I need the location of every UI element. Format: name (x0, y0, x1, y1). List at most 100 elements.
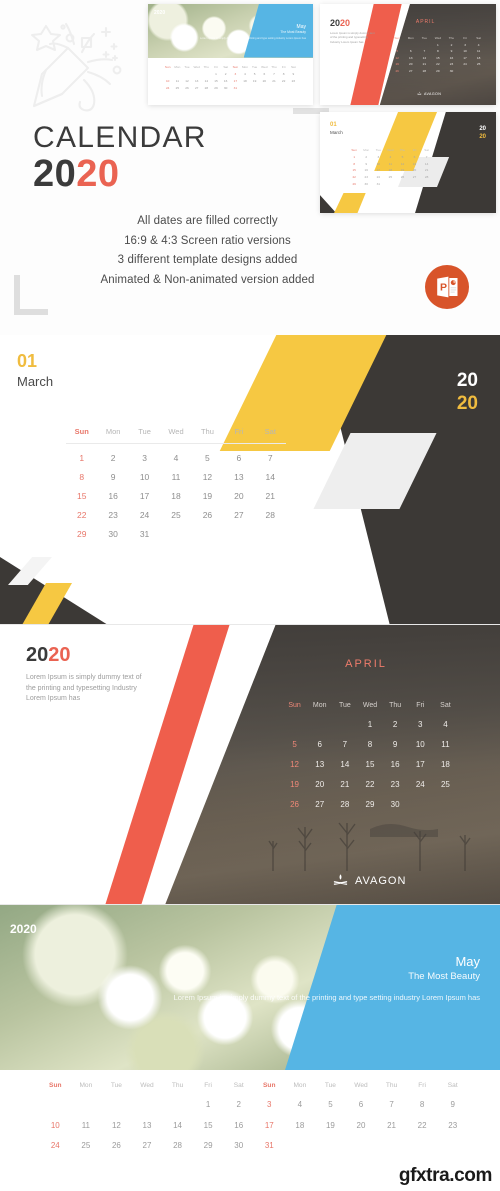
day-cell: 1 (437, 42, 439, 47)
day-cell: 1 (353, 154, 356, 159)
day-cell: 24 (415, 780, 425, 789)
thumb-year-yellow: 20 (479, 134, 486, 140)
weekday-header: Sat (233, 1082, 244, 1089)
thumb-title-block: May The Most Beauty Lorem Ipsum is simpl… (200, 24, 306, 41)
day-cell-empty (404, 43, 418, 47)
day-cell: 20 (262, 78, 267, 83)
thumbnail-april-slide[interactable]: 2020 Lorem Ipsum is simply dummy text of… (320, 4, 496, 105)
day-cell: 22 (436, 62, 440, 67)
weekday-header: Tue (252, 64, 258, 69)
day-cell: 30 (364, 181, 368, 186)
weekday-header: Wed (140, 1082, 154, 1089)
day-cell: 20 (412, 168, 417, 173)
weekday-header-row-wide: Sun Mon Tue Wed Thu Fri Sat Sun Mon Tue Wed Thu Fri S… (40, 1082, 468, 1089)
weekday-header: Fri (204, 1082, 212, 1089)
powerpoint-badge: P (425, 265, 469, 309)
day-cell-empty (279, 86, 289, 90)
day-cell: 20 (315, 780, 325, 789)
may-wide-calendar: Sun Mon Tue Wed Thu Fri Sat Sun Mon Tue Wed Thu Fri S… (40, 1082, 468, 1157)
day-cell: 27 (412, 175, 417, 180)
thumbnail-may-slide[interactable]: 2020 May The Most Beauty Lorem Ipsum is … (148, 4, 313, 105)
avagon-logo: AVAGON (417, 91, 441, 96)
preview-page: CALENDAR 2020 All dates are filled corre… (0, 0, 500, 1191)
weekday-header: Thu (200, 427, 214, 436)
weekday-header: Sun (232, 64, 239, 69)
day-cell: 31 (264, 1141, 274, 1150)
day-cell: 27 (409, 68, 413, 73)
weekday-header: Fri (214, 64, 218, 69)
thumb-year-white: 20 (479, 126, 486, 132)
day-cell: 8 (79, 472, 85, 482)
may-text-block: May The Most Beauty Lorem Ipsum is simpl… (174, 953, 480, 1003)
thumb-paragraph: Lorem Ipsum is simply dummy text of the … (200, 37, 306, 40)
day-cell-empty (315, 1136, 346, 1157)
day-cell: 31 (233, 85, 238, 90)
day-cell: 28 (265, 510, 276, 520)
day-cell: 24 (139, 510, 150, 520)
day-cell: 1 (205, 1100, 211, 1109)
day-cell: 7 (389, 1100, 394, 1109)
day-cell-empty (332, 715, 357, 735)
thumb-paragraph: Lorem Ipsum is simply dummy text of the … (330, 31, 375, 44)
day-cell: 9 (365, 161, 368, 166)
day-cell-empty (192, 72, 202, 76)
day-grid: 1 2 3 4 5 6 7 8 9 10 11 12 13 14 15 16 17 18 19 20 21 22 23 24 2… (282, 715, 458, 815)
weekday-header: Fri (416, 702, 425, 709)
day-cell-empty (376, 1136, 407, 1157)
day-cell: 12 (400, 161, 405, 166)
day-cell: 24 (376, 175, 381, 180)
day-cell: 22 (417, 1120, 427, 1130)
day-cell: 6 (263, 71, 266, 76)
thumbnail-march-slide[interactable]: 01 March 20 20 Sun Mon Tue Wed Thu Fri Sat 1 2 3 4… (320, 112, 496, 213)
weekday-header: Sat (447, 1082, 458, 1089)
day-cell: 26 (290, 800, 300, 809)
day-cell: 4 (244, 71, 246, 76)
day-cell-empty (101, 1095, 132, 1116)
day-cell-empty (433, 795, 458, 815)
day-cell: 19 (202, 491, 213, 501)
day-cell: 18 (295, 1120, 305, 1130)
day-cell: 7 (267, 453, 273, 463)
weekday-header: Wed (168, 427, 184, 436)
day-cell: 25 (175, 85, 180, 90)
day-cell: 16 (108, 491, 118, 501)
day-cell: 13 (234, 472, 244, 482)
thumb-year-dark: 20 (330, 18, 341, 28)
day-grid: 1 2 3 4 5 6 7 8 9 10 11 12 13 14 15 16 17 18 19 20 21 22 23 24 2… (66, 449, 286, 544)
weekday-header: Sat (264, 427, 276, 436)
day-cell: 18 (440, 760, 450, 769)
day-cell-empty (307, 715, 332, 735)
description-paragraph: Lorem Ipsum is simply dummy text of the … (26, 674, 142, 702)
day-cell: 6 (317, 740, 322, 749)
day-cell: 9 (292, 71, 295, 76)
weekday-header: Wed (261, 64, 268, 69)
thumb-subtitle: The Most Beauty (280, 30, 306, 34)
month-name: APRIL (345, 658, 387, 670)
day-cell: 6 (236, 453, 242, 463)
day-cell: 30 (449, 68, 454, 73)
day-cell: 2 (236, 1100, 241, 1109)
day-cell: 11 (477, 49, 481, 54)
day-cell-empty (250, 86, 260, 90)
page-title: CALENDAR (33, 121, 207, 154)
day-cell: 4 (297, 1100, 303, 1109)
day-cell: 7 (342, 740, 348, 749)
day-cell: 13 (142, 1120, 152, 1130)
thumb-year: 2020 (154, 10, 166, 16)
weekday-header: Mon (174, 64, 181, 69)
day-cell: 22 (76, 510, 87, 520)
day-cell: 30 (108, 529, 118, 539)
thumb-month: APRIL (415, 19, 436, 25)
day-grid-wide: 1 2 3 4 5 6 7 8 9 10 11 12 13 14 15 16 17 18 19 20 21 22 23 24 2… (40, 1095, 468, 1157)
day-cell: 2 (110, 453, 116, 463)
day-cell: 9 (450, 1100, 455, 1109)
day-cell: 25 (81, 1141, 91, 1150)
day-cell: 28 (422, 68, 427, 73)
weekday-header: Thu (385, 1082, 398, 1089)
weekday-header: Tue (421, 36, 427, 40)
day-cell: 13 (412, 161, 417, 166)
year-yellow: 20 (456, 393, 478, 414)
weekday-header: Sat (290, 64, 296, 69)
thumb-year-accent: 20 (340, 18, 351, 28)
campfire-icon (333, 874, 348, 885)
